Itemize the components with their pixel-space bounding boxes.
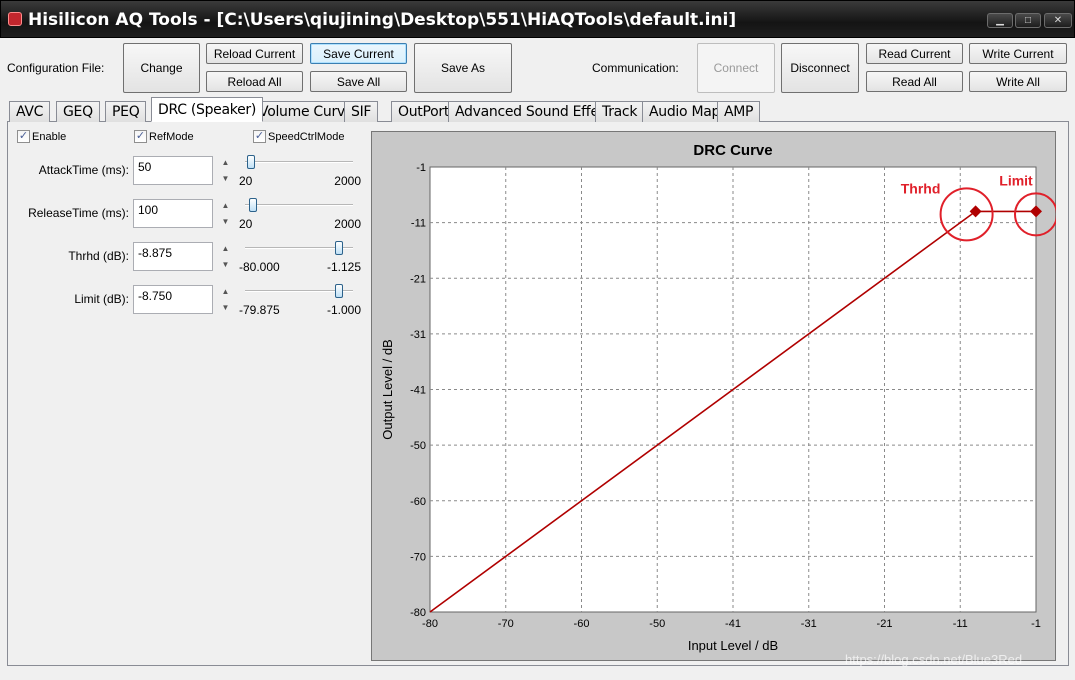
chart-title: DRC Curve xyxy=(693,142,772,159)
x-tick-label: -70 xyxy=(498,618,514,630)
save-current-button[interactable]: Save Current xyxy=(310,43,407,64)
spin-down-icon[interactable]: ▼ xyxy=(219,302,232,313)
slider-max-label: -1.000 xyxy=(326,303,361,317)
tab-peq[interactable]: PEQ xyxy=(105,101,147,122)
param-label: Thrhd (dB): xyxy=(68,249,129,263)
param-value-input[interactable]: -8.875 xyxy=(133,242,213,271)
slider-max-label: 2000 xyxy=(334,217,361,231)
param-slider-track[interactable] xyxy=(245,161,353,163)
write-current-button[interactable]: Write Current xyxy=(969,43,1067,64)
slider-min-label: -79.875 xyxy=(239,303,280,317)
x-tick-label: -11 xyxy=(953,618,968,630)
slider-max-label: -1.125 xyxy=(326,260,361,274)
config-file-label: Configuration File: xyxy=(7,61,105,75)
refmode-label: RefMode xyxy=(149,130,194,143)
slider-min-label: 20 xyxy=(239,217,253,231)
param-slider-thumb[interactable] xyxy=(335,241,343,255)
app-icon xyxy=(8,12,22,26)
y-tick-label: -1 xyxy=(416,162,426,174)
change-button[interactable]: Change xyxy=(123,43,200,93)
tab-advanced-sound-effect[interactable]: Advanced Sound Effect xyxy=(448,101,619,122)
close-button[interactable]: ✕ xyxy=(1044,13,1072,28)
reload-current-button[interactable]: Reload Current xyxy=(206,43,303,64)
enable-checkbox[interactable]: ✓ Enable xyxy=(17,130,66,143)
y-tick-label: -50 xyxy=(410,440,426,452)
param-value-input[interactable]: 50 xyxy=(133,156,213,185)
save-as-button[interactable]: Save As xyxy=(414,43,512,93)
y-tick-label: -41 xyxy=(410,385,426,397)
watermark: https://blog.csdn.net/Blue3Red xyxy=(845,652,1023,667)
connect-button[interactable]: Connect xyxy=(697,43,775,93)
read-all-button[interactable]: Read All xyxy=(866,71,963,92)
slider-min-label: -80.000 xyxy=(239,260,280,274)
y-tick-label: -21 xyxy=(410,273,426,285)
y-tick-label: -31 xyxy=(410,329,426,341)
param-value-input[interactable]: 100 xyxy=(133,199,213,228)
param-label: AttackTime (ms): xyxy=(38,163,129,177)
param-slider-thumb[interactable] xyxy=(247,155,255,169)
disconnect-button[interactable]: Disconnect xyxy=(781,43,859,93)
maximize-button[interactable]: □ xyxy=(1015,13,1041,28)
annotation-label: Limit xyxy=(999,172,1033,188)
refmode-checkbox[interactable]: ✓ RefMode xyxy=(134,130,194,143)
param-slider-thumb[interactable] xyxy=(335,284,343,298)
x-tick-label: -31 xyxy=(801,618,817,630)
checkmark-icon: ✓ xyxy=(17,130,30,143)
slider-min-label: 20 xyxy=(239,174,253,188)
x-tick-label: -41 xyxy=(725,618,741,630)
spin-up-icon[interactable]: ▲ xyxy=(219,200,232,211)
y-tick-label: -11 xyxy=(411,218,426,230)
param-label: ReleaseTime (ms): xyxy=(28,206,129,220)
x-tick-label: -50 xyxy=(649,618,665,630)
x-tick-label: -21 xyxy=(877,618,893,630)
reload-all-button[interactable]: Reload All xyxy=(206,71,303,92)
title-bar: Hisilicon AQ Tools - [C:\Users\qiujining… xyxy=(0,0,1075,38)
spin-up-icon[interactable]: ▲ xyxy=(219,286,232,297)
spin-down-icon[interactable]: ▼ xyxy=(219,216,232,227)
tab-audio-map[interactable]: Audio Map xyxy=(642,101,728,122)
read-current-button[interactable]: Read Current xyxy=(866,43,963,64)
param-label: Limit (dB): xyxy=(74,292,129,306)
spin-down-icon[interactable]: ▼ xyxy=(219,259,232,270)
speedctrlmode-label: SpeedCtrlMode xyxy=(268,130,345,143)
y-tick-label: -80 xyxy=(410,607,426,619)
x-axis-label: Input Level / dB xyxy=(688,638,778,653)
window-title: Hisilicon AQ Tools - [C:\Users\qiujining… xyxy=(28,10,737,30)
x-tick-label: -1 xyxy=(1031,618,1041,630)
annotation-label: Thrhd xyxy=(901,180,941,196)
tab-outport[interactable]: OutPort xyxy=(391,101,457,122)
slider-max-label: 2000 xyxy=(334,174,361,188)
y-tick-label: -60 xyxy=(410,496,426,508)
tab-track[interactable]: Track xyxy=(595,101,645,122)
x-tick-label: -80 xyxy=(422,618,438,630)
spin-up-icon[interactable]: ▲ xyxy=(219,243,232,254)
tab-drc-speaker[interactable]: DRC (Speaker) xyxy=(151,97,264,122)
checkmark-icon: ✓ xyxy=(253,130,266,143)
param-slider-track[interactable] xyxy=(245,204,353,206)
y-axis-label: Output Level / dB xyxy=(380,339,395,439)
checkmark-icon: ✓ xyxy=(134,130,147,143)
spin-down-icon[interactable]: ▼ xyxy=(219,173,232,184)
communication-label: Communication: xyxy=(592,61,679,75)
param-slider-thumb[interactable] xyxy=(249,198,257,212)
tab-sif[interactable]: SIF xyxy=(344,101,379,122)
x-tick-label: -60 xyxy=(574,618,590,630)
minimize-button[interactable]: ▁ xyxy=(987,13,1013,28)
drc-curve-chart: DRC Curve -80 -70 -60 -50 -41 -31 -21 -11 -1 -1 -11… xyxy=(380,142,1056,653)
enable-label: Enable xyxy=(32,130,67,143)
save-all-button[interactable]: Save All xyxy=(310,71,407,92)
speedctrlmode-checkbox[interactable]: ✓ SpeedCtrlMode xyxy=(253,130,344,143)
tab-geq[interactable]: GEQ xyxy=(56,101,100,122)
write-all-button[interactable]: Write All xyxy=(969,71,1067,92)
spin-up-icon[interactable]: ▲ xyxy=(219,157,232,168)
tab-avc[interactable]: AVC xyxy=(9,101,51,122)
y-tick-label: -70 xyxy=(410,551,426,563)
param-value-input[interactable]: -8.750 xyxy=(133,285,213,314)
tab-amp[interactable]: AMP xyxy=(717,101,761,122)
